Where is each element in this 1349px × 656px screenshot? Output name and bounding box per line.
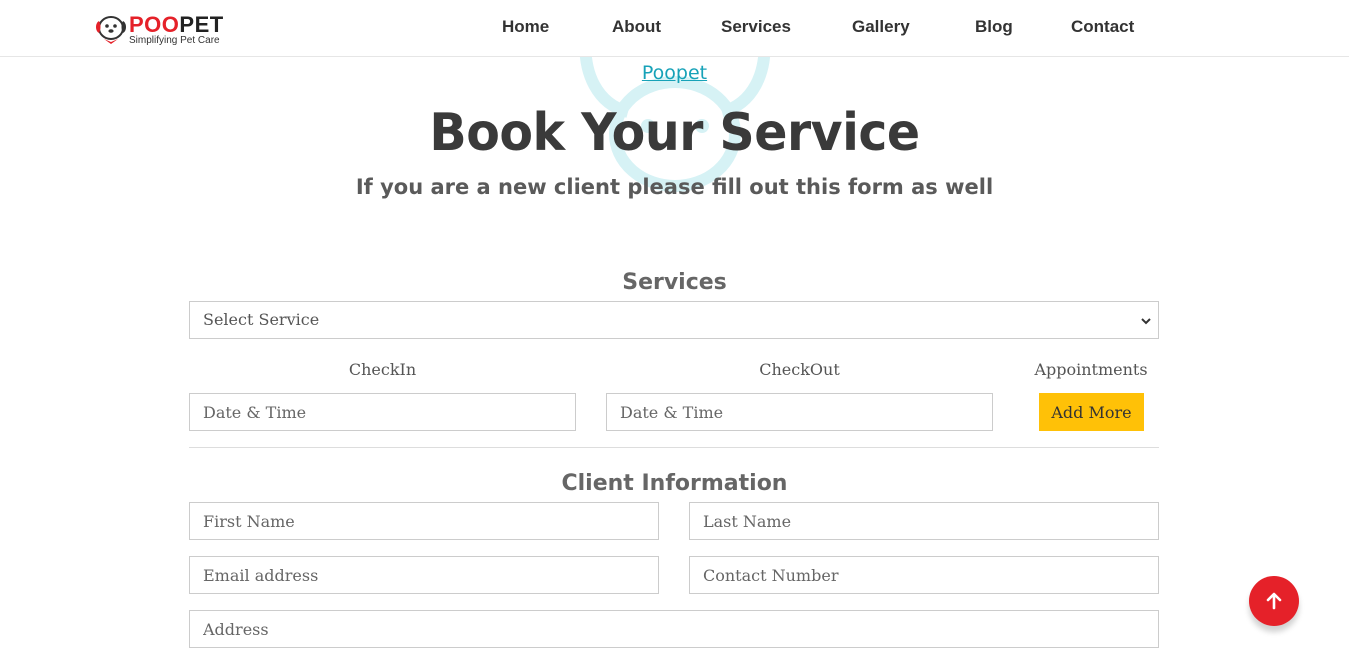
nav-about[interactable]: About	[612, 17, 661, 37]
kicker-link[interactable]: Poopet	[642, 62, 707, 84]
arrow-up-icon	[1266, 592, 1282, 610]
nav-home[interactable]: Home	[502, 17, 549, 37]
brand-name: POOPET	[129, 12, 224, 37]
client-info-heading: Client Information	[561, 471, 788, 496]
appointments-label: Appointments	[1034, 360, 1148, 379]
checkout-label: CheckOut	[759, 360, 840, 379]
nav-contact[interactable]: Contact	[1071, 17, 1134, 37]
services-heading: Services	[622, 270, 727, 295]
section-divider	[189, 447, 1159, 448]
dog-logo-icon	[96, 16, 126, 44]
brand-logo[interactable]: POOPET Simplifying Pet Care	[94, 11, 234, 49]
address-input[interactable]	[189, 610, 1159, 648]
checkin-label: CheckIn	[348, 360, 417, 379]
hero-kicker: Poopet	[0, 62, 1349, 84]
contact-number-input[interactable]	[689, 556, 1159, 594]
checkout-input[interactable]	[606, 393, 993, 431]
brand-tagline: Simplifying Pet Care	[129, 35, 220, 46]
add-more-button[interactable]: Add More	[1039, 393, 1144, 431]
checkin-input[interactable]	[189, 393, 576, 431]
chevron-down-icon	[1141, 318, 1151, 325]
nav-services[interactable]: Services	[721, 17, 791, 37]
service-select-value: Select Service	[203, 310, 320, 329]
page-subtitle: If you are a new client please fill out …	[355, 175, 994, 199]
first-name-input[interactable]	[189, 502, 659, 540]
service-select[interactable]: Select Service	[189, 301, 1159, 339]
nav-gallery[interactable]: Gallery	[852, 17, 910, 37]
nav-blog[interactable]: Blog	[975, 17, 1013, 37]
page-title: Book Your Service	[429, 102, 920, 163]
last-name-input[interactable]	[689, 502, 1159, 540]
navbar: POOPET Simplifying Pet Care Home About S…	[0, 0, 1349, 57]
email-input[interactable]	[189, 556, 659, 594]
back-to-top-button[interactable]	[1249, 576, 1299, 626]
